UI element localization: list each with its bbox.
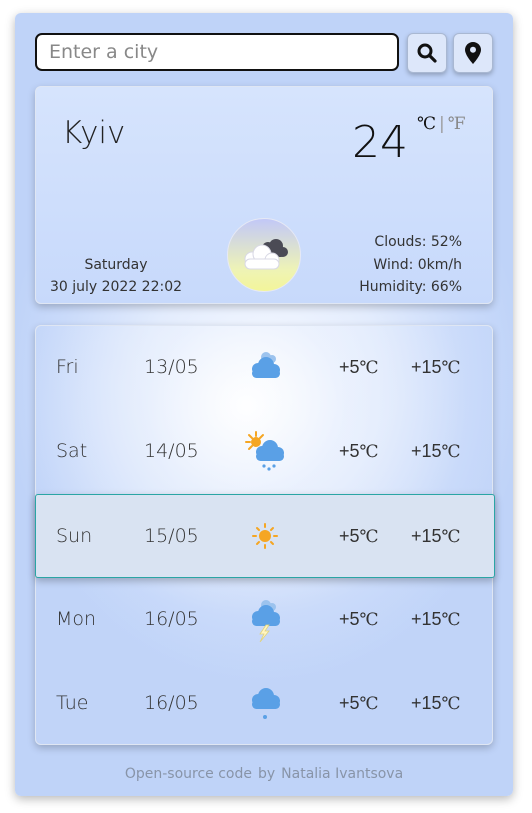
weather-app: Kyiv 24 ℃|℉ Saturday 30 july 2022 22:02 [15,13,513,796]
current-temperature: 24 [352,117,408,168]
current-day: Saturday [84,257,148,273]
weather-details: Clouds: 52% Wind: 0km/h Humidity: 66% [359,231,462,299]
current-weather-card: Kyiv 24 ℃ | ℉ Saturday 30 july 2022 22:02 [35,86,493,304]
fahrenheit-link[interactable]: ℉ [448,114,466,134]
wind-value: Wind: 0km/h [373,256,462,273]
forecast-row[interactable]: Sat 14/05 +5℃ +15℃ [36,410,494,494]
search-bar [35,33,493,73]
forecast-row[interactable]: Tue 16/05 +5℃ +15℃ [36,662,494,746]
current-location-button[interactable] [453,33,493,73]
drizzle-icon [252,688,280,719]
forecast-max-temp: +15℃ [411,609,461,630]
footer: Open-source code by Natalia Ivantsova [15,766,513,782]
forecast-row[interactable]: Fri 13/05 +5℃ +15℃ [36,326,494,410]
humidity-value: Humidity: 66% [359,279,462,295]
city-search-input[interactable] [35,33,399,71]
forecast-day: Fri [56,356,79,378]
thunderstorm-icon [252,600,280,642]
forecast-day: Sun [56,525,93,547]
unit-separator: | [439,114,445,134]
clouds-value: Clouds: 52% [374,234,462,250]
sun-rain-icon [245,431,284,471]
current-datetime: 30 july 2022 22:02 [49,279,183,295]
forecast-min-temp: +5℃ [339,609,379,630]
forecast-date: 16/05 [144,692,199,714]
current-date: Saturday 30 july 2022 22:02 [46,254,186,298]
author-name: Natalia Ivantsova [281,766,404,782]
forecast-date: 13/05 [144,356,199,378]
forecast-date: 15/05 [144,525,199,547]
forecast-max-temp: +15℃ [411,357,461,378]
forecast-row[interactable]: Mon 16/05 +5℃ +15℃ [36,578,494,662]
forecast-date: 14/05 [144,440,199,462]
forecast-max-temp: +15℃ [411,526,461,547]
cloudy-night-icon [244,239,288,270]
forecast-date: 16/05 [144,608,199,630]
forecast-max-temp: +15℃ [411,441,461,462]
forecast-day: Mon [56,608,97,630]
forecast-max-temp: +15℃ [411,693,461,714]
cloudy-icon [252,352,280,378]
forecast-min-temp: +5℃ [339,357,379,378]
forecast-min-temp: +5℃ [339,526,379,547]
forecast-day: Sat [56,440,88,462]
city-name: Kyiv [62,115,126,151]
unit-toggle: ℃ | ℉ [417,114,466,134]
current-weather-icon-wrap [227,218,301,292]
forecast-min-temp: +5℃ [339,693,379,714]
search-button[interactable] [407,33,447,73]
search-icon [417,43,437,63]
celsius-link[interactable]: ℃ [417,114,436,134]
forecast-row-selected[interactable]: Sun 15/05 +5℃ +15℃ [35,494,495,578]
forecast-day: Tue [56,692,89,714]
source-code-link[interactable]: Open-source code [125,766,252,782]
sun-icon [252,523,278,549]
forecast-min-temp: +5℃ [339,441,379,462]
forecast-card: Fri 13/05 +5℃ +15℃ Sat 14/05 +5℃ +15℃ Su… [35,325,495,746]
location-pin-icon [465,42,481,64]
footer-by: by [257,766,276,782]
